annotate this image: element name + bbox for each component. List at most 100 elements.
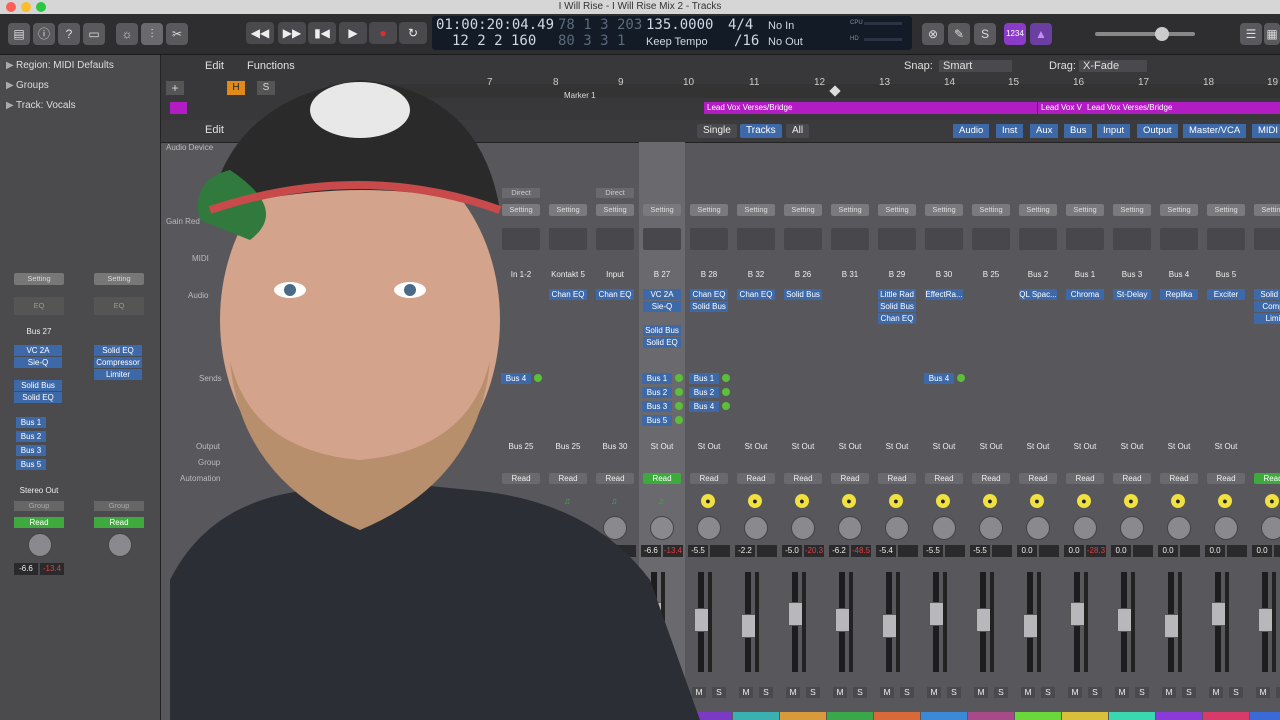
track-type-icon[interactable]: ● [1030, 494, 1044, 508]
setting-button[interactable]: Setting [1066, 204, 1104, 216]
output-slot[interactable] [1252, 441, 1280, 452]
input-slot[interactable]: Bus 1 [1064, 269, 1106, 281]
plugin-slot[interactable]: Solid B [1254, 289, 1280, 300]
output-slot[interactable]: St Out [782, 441, 824, 452]
output-slot[interactable]: St Out [1017, 441, 1059, 452]
pan-knob[interactable] [1026, 516, 1050, 540]
input-slot[interactable] [1252, 269, 1280, 281]
audio-region[interactable]: Lead Vox Verses/Bridge [1084, 102, 1280, 114]
automation-mode[interactable]: Read [1160, 473, 1198, 484]
record-button[interactable]: ● [369, 22, 397, 44]
mute-button[interactable]: M [1209, 687, 1223, 698]
output-slot[interactable]: St Out [1111, 441, 1153, 452]
mute-button[interactable]: M [1162, 687, 1176, 698]
plugin-slot[interactable]: Limi [1254, 313, 1280, 324]
automation-mode[interactable]: Read [831, 473, 869, 484]
inspector-setting-button[interactable]: Setting [94, 273, 144, 285]
pan-knob[interactable] [1214, 516, 1238, 540]
solo-button[interactable]: S [759, 687, 773, 698]
send-level-knob[interactable] [722, 374, 730, 382]
track-type-icon[interactable]: ● [748, 494, 762, 508]
toolbar-icon[interactable]: ▭ [83, 23, 105, 45]
pan-knob[interactable] [838, 516, 862, 540]
setting-button[interactable]: Setting [1113, 204, 1151, 216]
inspector-group-slot[interactable]: Group [94, 501, 144, 511]
input-slot[interactable]: B 26 [782, 269, 824, 281]
eq-thumbnail[interactable] [1019, 228, 1057, 250]
volume-fader[interactable] [1164, 572, 1180, 672]
plugin-slot[interactable]: Exciter [1207, 289, 1245, 300]
filter-inst-button[interactable]: Inst [996, 124, 1024, 138]
automation-mode[interactable]: Read [1254, 473, 1280, 484]
inspector-output-slot[interactable]: Stereo Out [14, 485, 64, 497]
play-button[interactable]: ▶ [339, 22, 367, 44]
track-type-icon[interactable]: ● [1124, 494, 1138, 508]
solo-button[interactable]: S [1182, 687, 1196, 698]
send-level-knob[interactable] [722, 402, 730, 410]
send-level-knob[interactable] [957, 374, 965, 382]
pencil-icon[interactable]: ✎ [948, 23, 970, 45]
filter-output-button[interactable]: Output [1137, 124, 1178, 138]
inspector-pan-knob[interactable] [28, 533, 52, 557]
inspector-group-slot[interactable]: Group [14, 501, 64, 511]
output-slot[interactable]: St Out [876, 441, 918, 452]
inspector-automation-mode[interactable]: Read [94, 517, 144, 528]
inspector-automation-mode[interactable]: Read [14, 517, 64, 528]
eq-thumbnail[interactable] [1160, 228, 1198, 250]
solo-button[interactable]: S [900, 687, 914, 698]
plugin-slot[interactable]: Solid Bus [14, 380, 62, 391]
automation-mode[interactable]: Read [925, 473, 963, 484]
eq-thumbnail[interactable] [1207, 228, 1245, 250]
minimize-window-button[interactable] [21, 2, 31, 12]
master-volume-thumb[interactable] [1155, 27, 1169, 41]
automation-mode[interactable]: Read [784, 473, 822, 484]
mute-button[interactable]: M [1256, 687, 1270, 698]
forward-button[interactable]: ▶▶ [278, 22, 306, 44]
pan-knob[interactable] [744, 516, 768, 540]
filter-input-button[interactable]: Input [1097, 124, 1131, 138]
plugin-slot[interactable]: VC 2A [14, 345, 62, 356]
pan-knob[interactable] [791, 516, 815, 540]
automation-mode[interactable]: Read [1207, 473, 1245, 484]
mute-button[interactable]: M [1068, 687, 1082, 698]
browser-icon[interactable]: ▦ [1264, 23, 1280, 45]
input-slot[interactable]: B 31 [829, 269, 871, 281]
volume-fader[interactable] [1070, 572, 1086, 672]
plugin-slot[interactable]: St-Delay [1113, 289, 1151, 300]
plugin-slot[interactable]: Chan EQ [878, 313, 916, 324]
setting-button[interactable]: Setting [1207, 204, 1245, 216]
mute-button[interactable]: M [974, 687, 988, 698]
volume-fader[interactable] [741, 572, 757, 672]
view-all-button[interactable]: All [786, 124, 810, 138]
send-slot[interactable]: Bus 3 [16, 445, 46, 456]
filter-bus-button[interactable]: Bus [1064, 124, 1093, 138]
inspector-pan-knob[interactable] [108, 533, 132, 557]
cycle-button[interactable]: ↻ [399, 22, 427, 44]
input-slot[interactable]: B 25 [970, 269, 1012, 281]
pan-knob[interactable] [1261, 516, 1280, 540]
eq-thumbnail[interactable] [737, 228, 775, 250]
automation-mode[interactable]: Read [1113, 473, 1151, 484]
input-slot[interactable]: B 30 [923, 269, 965, 281]
setting-button[interactable]: Setting [878, 204, 916, 216]
setting-button[interactable]: Setting [1160, 204, 1198, 216]
library-icon[interactable]: ▤ [8, 23, 30, 45]
setting-button[interactable]: Setting [1019, 204, 1057, 216]
automation-mode[interactable]: Read [972, 473, 1010, 484]
solo-button[interactable]: S [1041, 687, 1055, 698]
plugin-slot[interactable]: Chroma [1066, 289, 1104, 300]
close-window-button[interactable] [6, 2, 16, 12]
eq-thumbnail[interactable] [1066, 228, 1104, 250]
plugin-slot[interactable]: Limiter [94, 369, 142, 380]
track-type-icon[interactable]: ● [842, 494, 856, 508]
eq-thumbnail[interactable] [1254, 228, 1280, 250]
mute-button[interactable]: M [739, 687, 753, 698]
pan-knob[interactable] [1167, 516, 1191, 540]
plugin-slot[interactable]: Compressor [94, 357, 142, 368]
plugin-slot[interactable]: Comp [1254, 301, 1280, 312]
smart-controls-icon[interactable]: ☼ [116, 23, 138, 45]
output-slot[interactable]: St Out [829, 441, 871, 452]
eq-thumbnail[interactable] [831, 228, 869, 250]
automation-mode[interactable]: Read [737, 473, 775, 484]
solo-button[interactable]: S [806, 687, 820, 698]
